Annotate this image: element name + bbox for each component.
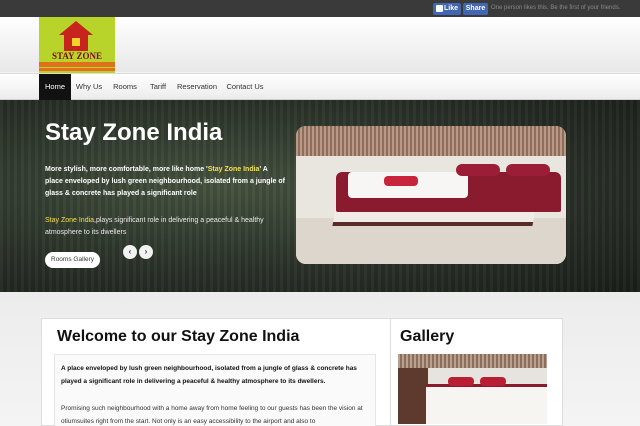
welcome-intro: A place enveloped by lush green neighbou…: [61, 365, 357, 385]
hero-title: Stay Zone India: [45, 119, 223, 146]
welcome-panel: Welcome to our Stay Zone India A place e…: [41, 318, 391, 426]
gallery-panel: Gallery: [391, 318, 563, 426]
hero-desc-highlight: Stay Zone India: [207, 166, 260, 173]
thumb-pillow: [448, 377, 474, 386]
thumb-side-table: [398, 368, 428, 424]
chevron-left-icon: ‹: [128, 247, 132, 256]
main-nav: Home Why Us Rooms Tariff Reservation Con…: [0, 73, 640, 100]
photo-pillow: [456, 164, 500, 176]
welcome-text-box: A place enveloped by lush green neighbou…: [54, 354, 376, 426]
hero-room-photo: [296, 126, 566, 264]
gallery-heading: Gallery: [400, 328, 455, 345]
house-window: [72, 38, 80, 46]
slider-next-button[interactable]: ›: [139, 245, 153, 259]
thumb-pillow: [480, 377, 506, 386]
hero-desc-start: More stylish, more comfortable, more lik…: [45, 166, 208, 173]
nav-home[interactable]: Home: [39, 74, 71, 100]
photo-pillow: [506, 164, 550, 176]
house-icon: [59, 21, 93, 35]
rooms-gallery-button[interactable]: Rooms Gallery: [45, 252, 100, 268]
chevron-right-icon: ›: [144, 247, 148, 256]
logo-title: STAY ZONE: [52, 51, 102, 61]
hero-slider: Stay Zone India More stylish, more comfo…: [0, 100, 640, 292]
logo-underline: [39, 68, 115, 71]
social-bar: Like Share One person likes this. Be the…: [0, 0, 640, 17]
photo-towel: [384, 176, 418, 186]
nav-tariff[interactable]: Tariff: [145, 74, 171, 100]
nav-reservation[interactable]: Reservation: [174, 74, 220, 100]
gallery-thumbnail[interactable]: [398, 354, 547, 424]
like-count-text: One person likes this. Be the first of y…: [491, 5, 621, 11]
hero-subtext: Stay Zone India,plays significant role i…: [45, 215, 275, 239]
hero-subtext-highlight: Stay Zone India: [45, 217, 95, 224]
photo-wall-panel: [296, 126, 566, 156]
welcome-body: Promising such neighbourhood with a home…: [61, 405, 363, 425]
hero-description: More stylish, more comfortable, more lik…: [45, 164, 285, 200]
slider-prev-button[interactable]: ‹: [123, 245, 137, 259]
nav-rooms[interactable]: Rooms: [110, 74, 140, 100]
nav-contact-us[interactable]: Contact Us: [224, 74, 266, 100]
facebook-share-button[interactable]: Share: [463, 3, 488, 15]
welcome-heading: Welcome to our Stay Zone India: [57, 328, 300, 345]
thumb-wall: [398, 354, 547, 368]
thumb-bed: [426, 384, 547, 424]
facebook-like-button[interactable]: Like: [433, 3, 461, 15]
site-logo[interactable]: STAY ZONE: [39, 17, 115, 73]
logo-tagline-bar: [39, 62, 115, 67]
nav-why-us[interactable]: Why Us: [73, 74, 105, 100]
thumbs-up-icon: [436, 5, 443, 12]
like-label: Like: [444, 5, 459, 12]
